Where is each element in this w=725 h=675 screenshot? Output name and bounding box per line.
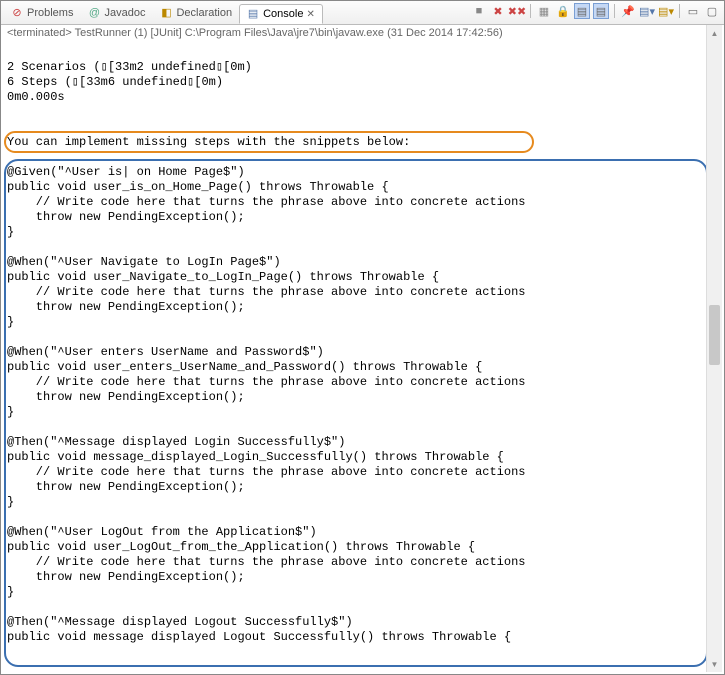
snippet-line: public void message displayed Logout Suc… <box>7 630 511 644</box>
snippet-line: @When("^User enters UserName and Passwor… <box>7 345 324 359</box>
snippet-line: } <box>7 405 14 419</box>
tab-label: Problems <box>27 7 73 19</box>
snippet-line: // Write code here that turns the phrase… <box>7 465 525 479</box>
show-console-on-error-icon[interactable]: ▤ <box>593 3 609 19</box>
snippet-line: @When("^User Navigate to LogIn Page$") <box>7 255 281 269</box>
console-output[interactable]: 2 Scenarios (▯[33m2 undefined▯[0m) 6 Ste… <box>1 41 724 671</box>
snippet-line: public void user_is_on_Home_Page() throw… <box>7 180 389 194</box>
separator <box>679 4 680 18</box>
declaration-icon: ◧ <box>159 6 173 20</box>
vertical-scrollbar[interactable]: ▲ ▼ <box>706 25 722 672</box>
snippet-line: public void message_displayed_Login_Succ… <box>7 450 504 464</box>
output-line: 2 Scenarios (▯[33m2 undefined▯[0m) <box>7 60 252 74</box>
minimize-icon[interactable]: ▭ <box>685 3 701 19</box>
console-status: <terminated> TestRunner (1) [JUnit] C:\P… <box>1 25 724 41</box>
separator <box>530 4 531 18</box>
snippet-line: throw new PendingException(); <box>7 390 245 404</box>
snippet-line: @Given("^User is| on Home Page$") <box>7 165 245 179</box>
tab-javadoc[interactable]: @ Javadoc <box>80 3 152 23</box>
separator <box>614 4 615 18</box>
snippet-line: throw new PendingException(); <box>7 300 245 314</box>
tab-problems[interactable]: ⊘ Problems <box>3 3 80 23</box>
console-icon: ▤ <box>246 7 260 21</box>
snippet-line: } <box>7 585 14 599</box>
show-console-on-output-icon[interactable]: ▤ <box>574 3 590 19</box>
tab-bar: ⊘ Problems @ Javadoc ◧ Declaration ▤ Con… <box>1 1 724 25</box>
snippet-line: public void user_Navigate_to_LogIn_Page(… <box>7 270 439 284</box>
javadoc-icon: @ <box>87 6 101 20</box>
tab-console[interactable]: ▤ Console ✕ <box>239 4 323 24</box>
snippet-line: throw new PendingException(); <box>7 570 245 584</box>
remove-launch-icon[interactable]: ✖ <box>490 3 506 19</box>
scroll-down-icon[interactable]: ▼ <box>707 656 722 672</box>
tab-declaration[interactable]: ◧ Declaration <box>152 3 239 23</box>
console-toolbar: ■ ✖ ✖✖ ▦ 🔒 ▤ ▤ 📌 ▤▾ ▤▾ ▭ ▢ <box>471 3 720 19</box>
tab-label: Declaration <box>176 7 232 19</box>
clear-console-icon[interactable]: ▦ <box>536 3 552 19</box>
snippet-line: @When("^User LogOut from the Application… <box>7 525 317 539</box>
snippet-line: } <box>7 315 14 329</box>
snippet-line: @Then("^Message displayed Logout Success… <box>7 615 353 629</box>
snippet-line: // Write code here that turns the phrase… <box>7 195 525 209</box>
snippet-line: @Then("^Message displayed Login Successf… <box>7 435 345 449</box>
tab-label: Javadoc <box>104 7 145 19</box>
snippet-line: } <box>7 495 14 509</box>
output-line: 6 Steps (▯[33m6 undefined▯[0m) <box>7 75 223 89</box>
scroll-thumb[interactable] <box>709 305 720 365</box>
scroll-lock-icon[interactable]: 🔒 <box>555 3 571 19</box>
snippet-line: // Write code here that turns the phrase… <box>7 285 525 299</box>
snippet-line: public void user_LogOut_from_the_Applica… <box>7 540 475 554</box>
terminate-icon[interactable]: ■ <box>471 3 487 19</box>
snippet-line: public void user_enters_UserName_and_Pas… <box>7 360 482 374</box>
scroll-up-icon[interactable]: ▲ <box>707 25 722 41</box>
snippet-line: // Write code here that turns the phrase… <box>7 375 525 389</box>
maximize-icon[interactable]: ▢ <box>704 3 720 19</box>
pin-console-icon[interactable]: 📌 <box>620 3 636 19</box>
display-selected-console-icon[interactable]: ▤▾ <box>639 3 655 19</box>
snippet-line: throw new PendingException(); <box>7 210 245 224</box>
output-line: 0m0.000s <box>7 90 65 104</box>
remove-all-icon[interactable]: ✖✖ <box>509 3 525 19</box>
snippet-line: throw new PendingException(); <box>7 480 245 494</box>
problems-icon: ⊘ <box>10 6 24 20</box>
open-console-icon[interactable]: ▤▾ <box>658 3 674 19</box>
snippet-line: // Write code here that turns the phrase… <box>7 555 525 569</box>
tab-label: Console <box>263 8 303 20</box>
snippet-line: } <box>7 225 14 239</box>
close-icon[interactable]: ✕ <box>306 9 316 19</box>
hint-line: You can implement missing steps with the… <box>7 135 410 149</box>
